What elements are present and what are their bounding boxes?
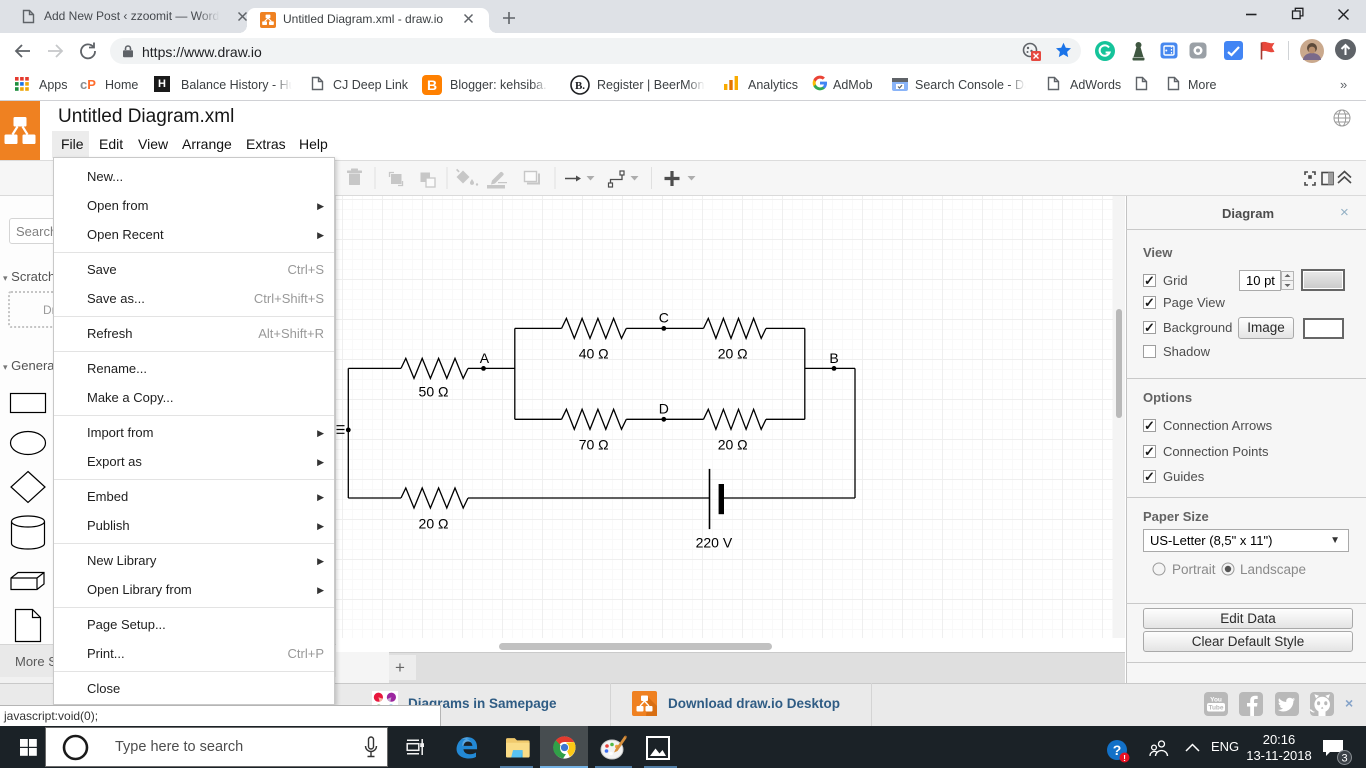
svg-text:20 Ω: 20 Ω (718, 436, 748, 452)
svg-text:3: 3 (1341, 753, 1347, 765)
svg-text:C: C (659, 309, 669, 325)
svg-text:20 Ω: 20 Ω (718, 345, 748, 361)
svg-text:50 Ω: 50 Ω (419, 383, 449, 399)
svg-text:20 Ω: 20 Ω (419, 516, 449, 532)
svg-text:!: ! (1123, 753, 1126, 763)
svg-text:D: D (659, 400, 669, 416)
svg-text:B: B (829, 350, 838, 366)
svg-text:40 Ω: 40 Ω (579, 345, 609, 361)
svg-text:B.: B. (575, 80, 585, 92)
svg-text:A: A (480, 350, 490, 366)
svg-text:You: You (1210, 697, 1222, 704)
svg-text:Tube: Tube (1208, 705, 1223, 712)
svg-text:220 V: 220 V (696, 535, 733, 551)
svg-text:70 Ω: 70 Ω (579, 436, 609, 452)
